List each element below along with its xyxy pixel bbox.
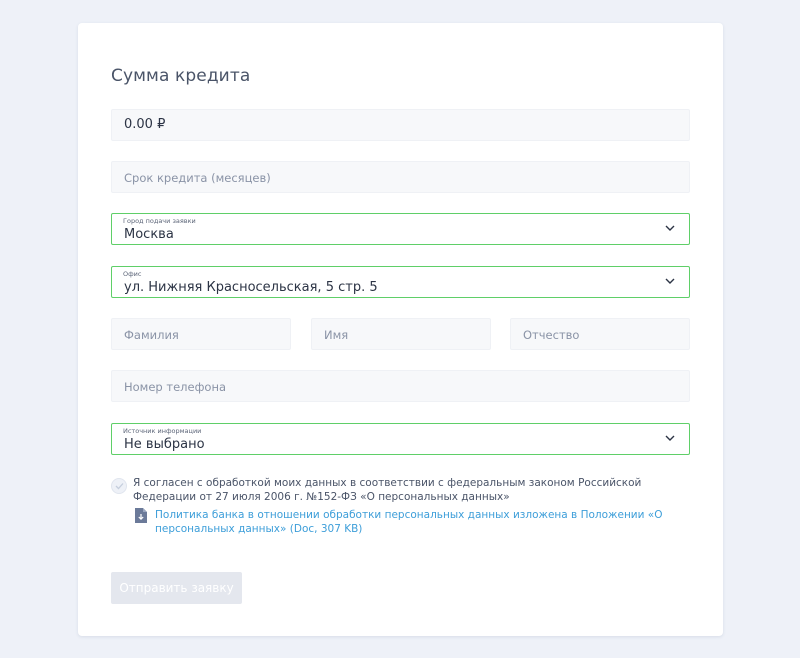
source-value: Не выбрано: [124, 437, 205, 452]
office-value: ул. Нижняя Красносельская, 5 стр. 5: [124, 280, 378, 295]
source-select[interactable]: Источник информации Не выбрано: [111, 423, 690, 455]
policy-document-row: Политика банка в отношении обработки пер…: [135, 507, 675, 537]
term-input[interactable]: Срок кредита (месяцев): [111, 161, 690, 193]
phone-input[interactable]: Номер телефона: [111, 370, 690, 402]
credit-form-card: Сумма кредита 0.00 ₽ Срок кредита (месяц…: [78, 23, 723, 636]
form-title: Сумма кредита: [111, 66, 251, 86]
surname-placeholder: Фамилия: [124, 328, 179, 342]
term-placeholder: Срок кредита (месяцев): [124, 171, 271, 185]
city-select[interactable]: Город подачи заявки Москва: [111, 213, 690, 245]
chevron-down-icon: [665, 225, 675, 231]
chevron-down-icon: [665, 435, 675, 441]
surname-input[interactable]: Фамилия: [111, 318, 291, 350]
city-value: Москва: [124, 227, 174, 242]
source-label: Источник информации: [123, 427, 202, 435]
check-icon: [115, 483, 124, 490]
chevron-down-icon: [665, 278, 675, 284]
document-download-icon[interactable]: [135, 508, 147, 523]
patronymic-placeholder: Отчество: [523, 328, 580, 342]
consent-checkbox[interactable]: [111, 478, 127, 494]
submit-button[interactable]: Отправить заявку: [111, 572, 242, 604]
city-label: Город подачи заявки: [123, 217, 196, 225]
amount-input[interactable]: 0.00 ₽: [111, 109, 690, 141]
consent-text: Я согласен с обработкой моих данных в со…: [133, 477, 642, 503]
name-placeholder: Имя: [324, 328, 349, 342]
phone-placeholder: Номер телефона: [124, 380, 227, 394]
policy-document-link[interactable]: Политика банка в отношении обработки пер…: [155, 508, 675, 536]
patronymic-input[interactable]: Отчество: [510, 318, 690, 350]
name-input[interactable]: Имя: [311, 318, 491, 350]
office-select[interactable]: Офис ул. Нижняя Красносельская, 5 стр. 5: [111, 266, 690, 298]
office-label: Офис: [123, 270, 142, 278]
amount-value: 0.00 ₽: [124, 117, 166, 132]
consent-row: Я согласен с обработкой моих данных в со…: [111, 475, 690, 505]
